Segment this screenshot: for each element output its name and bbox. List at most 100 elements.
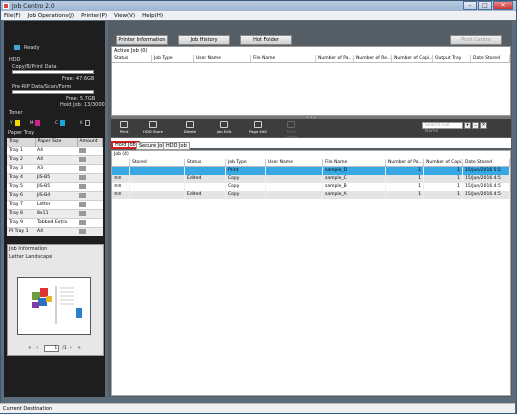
cell-status [185, 167, 226, 175]
page-total: /1 [62, 346, 67, 351]
next-page-icon[interactable]: › [70, 346, 75, 351]
cell-file: sample_A [323, 191, 386, 199]
printer-information-button[interactable]: Printer Information [116, 35, 168, 45]
toner-black-level [85, 120, 90, 126]
page-edit-icon [254, 121, 262, 128]
tray-size: JIS-B4 [35, 190, 77, 200]
col-job-type[interactable]: Job Type [226, 159, 266, 166]
print-centro-tool-button[interactable]: Print Centro [281, 121, 301, 139]
hot-folder-button[interactable]: Hot Folder [240, 35, 292, 45]
trash-icon [186, 121, 194, 128]
menu-bar: File(F) Job Operations(J) Printer(P) Vie… [1, 11, 516, 20]
col-output-tray[interactable]: Output Tray [433, 55, 471, 62]
cell-user [266, 183, 323, 191]
cell-user [266, 175, 323, 183]
menu-printer[interactable]: Printer(P) [81, 13, 107, 19]
job-history-button[interactable]: Job History [178, 35, 230, 45]
tray-name: Tray 1 [7, 145, 35, 155]
job-info-subtitle: Letter Landscape [9, 254, 53, 260]
print-centro-icon [287, 121, 295, 128]
tray-amount-icon [79, 147, 86, 153]
col-results[interactable]: Number of Re... [354, 55, 392, 62]
col-copies[interactable]: Number of Copi... [392, 55, 433, 62]
cell-job-type: Print [226, 167, 266, 175]
job-edit-button[interactable]: Job Edit [214, 121, 234, 136]
job-edit-label: Job Edit [216, 129, 232, 134]
minimize-button[interactable]: – [463, 1, 477, 10]
ready-status: Ready [24, 45, 40, 51]
close-button[interactable]: ✕ [493, 1, 513, 10]
tray-amount-icon [79, 174, 86, 180]
col-date-stored[interactable]: Date Stored [471, 55, 510, 62]
last-page-icon[interactable]: » [78, 346, 83, 351]
col-pages[interactable]: Number of Pa... [386, 159, 424, 166]
tray-name: Tray 3 [7, 163, 35, 173]
delete-button[interactable]: Delete [180, 121, 200, 136]
col-status[interactable]: Status [112, 55, 152, 62]
col-paper-size: Paper Size [35, 138, 78, 146]
cell-stored [130, 183, 185, 191]
job-edit-icon [220, 121, 228, 128]
page-edit-button[interactable]: Page Edit [248, 121, 268, 136]
print-centro-button[interactable]: Print Centro [450, 35, 502, 45]
cell-pages: 1 [386, 167, 424, 175]
toner-m-letter: M [30, 120, 34, 125]
page-edit-label: Page Edit [249, 129, 267, 134]
col-user-name[interactable]: User Name [266, 159, 323, 166]
search-collapse-button[interactable]: ⌄ [472, 122, 479, 129]
cell-copies: 1 [424, 175, 463, 183]
col-stored[interactable]: Stored [130, 159, 185, 166]
tray-amount-icon [79, 183, 86, 189]
col-copies[interactable]: Number of Copi... [424, 159, 463, 166]
active-job-header: Status Job Type User Name File Name Numb… [112, 55, 510, 63]
col-job-type[interactable]: Job Type [152, 55, 194, 62]
tray-size: Letter [35, 199, 77, 209]
col-pages[interactable]: Number of Pa... [316, 55, 354, 62]
menu-help[interactable]: Help(H) [142, 13, 163, 19]
tray-name: Tray 2 [7, 154, 35, 164]
hdd-store-button[interactable]: HDD Store [143, 121, 163, 136]
page-number-input[interactable]: 1 [44, 345, 60, 352]
search-input[interactable]: Search File Name [422, 122, 463, 134]
prev-page-icon[interactable]: ‹ [36, 346, 41, 351]
tray-size: 8x11 [35, 208, 77, 218]
cell-date: 15/Jun/2016 4:5 [463, 183, 510, 191]
hdd-store-icon [149, 121, 157, 128]
col-file-name[interactable]: File Name [323, 159, 386, 166]
print-button[interactable]: Print [114, 121, 134, 136]
tab-hdd-job[interactable]: HDD Job [163, 142, 190, 150]
cell-date: 15/Jun/2016 5:5 [463, 167, 510, 175]
table-row[interactable]: ≡≡ Copy sample_B 1 1 15/Jun/2016 4:5 [112, 183, 510, 191]
menu-job-operations[interactable]: Job Operations(J) [28, 13, 74, 19]
tray-amount-icon [79, 210, 86, 216]
maximize-button[interactable]: □ [478, 1, 492, 10]
table-row[interactable]: ≡≡ Edited Copy sample_C 1 1 15/Jun/2016 … [112, 175, 510, 183]
tray-size: A4 [35, 226, 77, 236]
cell-job-type: Copy [226, 175, 266, 183]
menu-view[interactable]: View(V) [114, 13, 135, 19]
search-dropdown-button[interactable]: ▾ [464, 122, 471, 129]
col-user-name[interactable]: User Name [194, 55, 251, 62]
col-date-stored[interactable]: Date Stored [463, 159, 510, 166]
tray-size: JIS-B5 [35, 181, 77, 191]
col-file-name[interactable]: File Name [251, 55, 316, 62]
col-icon[interactable] [112, 159, 130, 166]
first-page-icon[interactable]: « [28, 346, 33, 351]
search-close-button[interactable]: ✕ [480, 122, 487, 129]
hdd-copy-bar [12, 70, 94, 74]
cell-pages: 1 [386, 183, 424, 191]
hold-job-count: Hold Job: 13/3000 [60, 102, 105, 108]
toner-label: Toner [9, 110, 23, 116]
status-bar: Current Destination [0, 403, 515, 413]
job-type-icon [112, 167, 130, 175]
hdd-store-label: HDD Store [143, 129, 163, 134]
menu-file[interactable]: File(F) [4, 13, 21, 19]
col-status[interactable]: Status [185, 159, 226, 166]
cell-file: sample_B [323, 183, 386, 191]
active-job-panel: Active Job (0) Status Job Type User Name… [111, 46, 511, 116]
tray-amount-icon [79, 219, 86, 225]
table-row[interactable]: Print sample_D 1 1 15/Jun/2016 5:5 [112, 167, 510, 175]
printer-icon [120, 121, 128, 128]
tray-size: Tabbed Extra [35, 217, 77, 227]
table-row[interactable]: ≡≡ Edited Copy sample_A 1 1 15/Jun/2016 … [112, 191, 510, 199]
